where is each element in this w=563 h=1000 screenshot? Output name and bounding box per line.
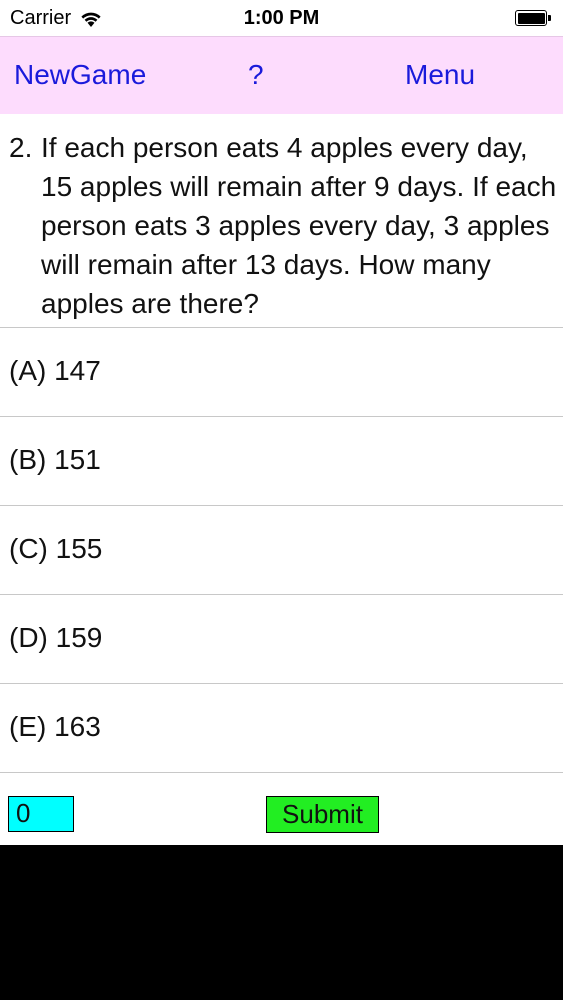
question-number: 2.: [9, 132, 33, 163]
option-a[interactable]: (A) 147: [0, 328, 563, 417]
nav-bar: NewGame ? Menu: [0, 36, 563, 114]
battery-full-icon: [515, 10, 551, 26]
status-bar: Carrier 1:00 PM: [0, 0, 563, 36]
option-label: (B) 151: [9, 444, 101, 475]
option-e[interactable]: (E) 163: [0, 684, 563, 773]
option-label: (C) 155: [9, 533, 103, 564]
status-time: 1:00 PM: [243, 7, 320, 29]
option-label: (D) 159: [9, 622, 103, 653]
help-button[interactable]: ?: [248, 59, 264, 91]
question-text: If each person eats 4 apples every day, …: [41, 132, 557, 319]
app-screen: Carrier 1:00 PM NewGame ? Menu 2. If eac…: [0, 0, 563, 845]
option-label: (E) 163: [9, 711, 101, 742]
option-label: (A) 147: [9, 355, 101, 386]
option-b[interactable]: (B) 151: [0, 417, 563, 506]
menu-button[interactable]: Menu: [405, 59, 475, 91]
option-c[interactable]: (C) 155: [0, 506, 563, 595]
question-panel: 2. If each person eats 4 apples every da…: [0, 114, 563, 328]
new-game-button[interactable]: NewGame: [14, 59, 146, 91]
option-d[interactable]: (D) 159: [0, 595, 563, 684]
submit-button[interactable]: Submit: [266, 796, 379, 833]
answer-input[interactable]: 0: [8, 796, 74, 832]
